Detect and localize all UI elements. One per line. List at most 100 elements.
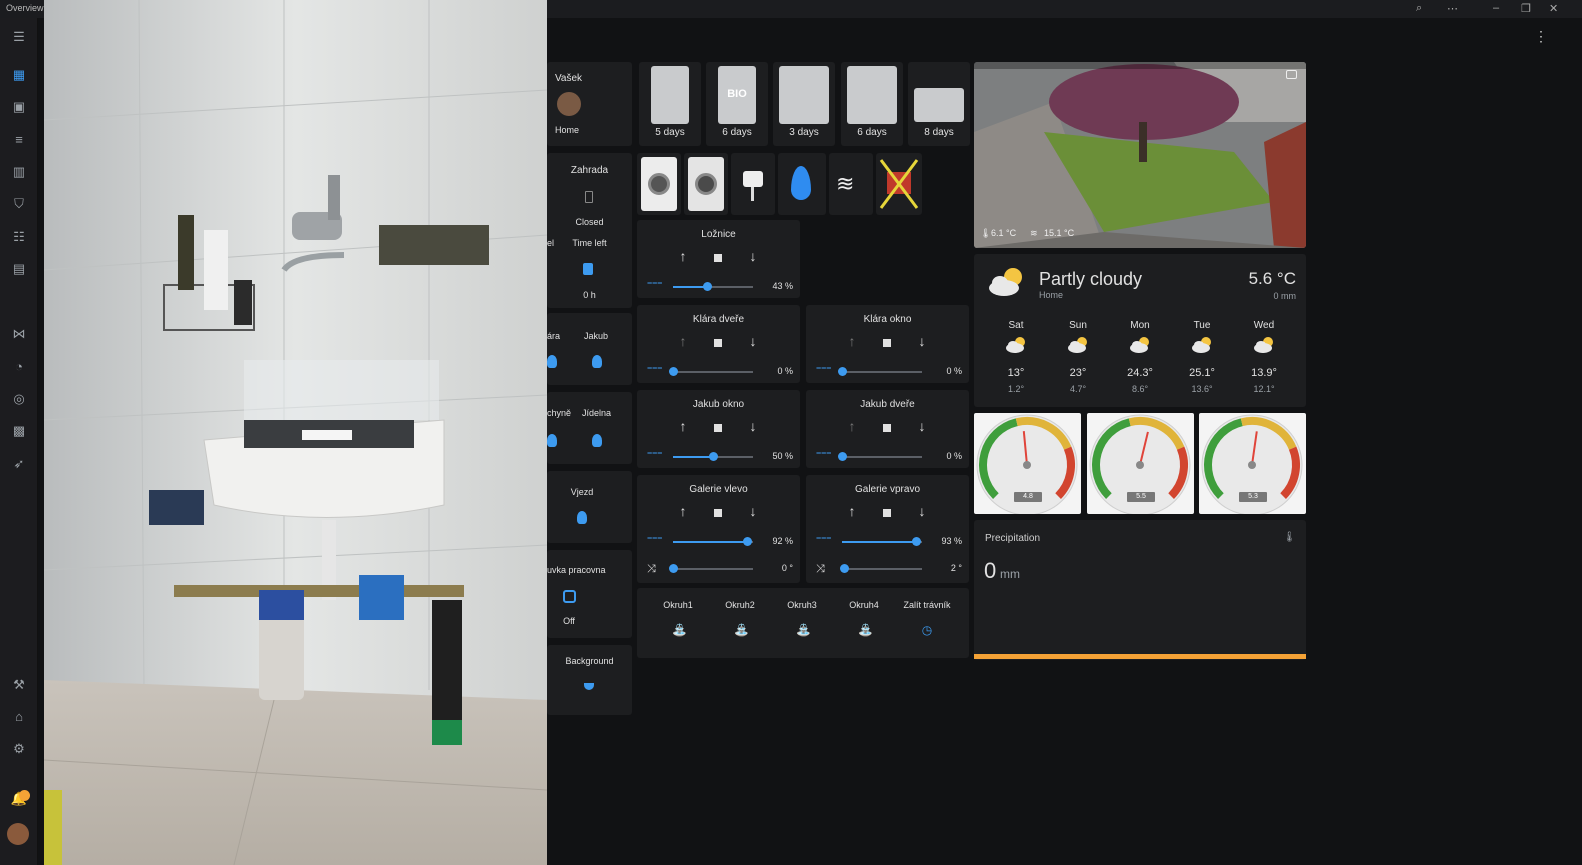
sprinkler-icon[interactable]: ⛲ [672,624,687,636]
bin-card[interactable]: 3 days [773,62,835,146]
shield-icon[interactable]: ⛉ [9,195,29,213]
forecast-low: 13.6° [1191,384,1213,394]
position-slider[interactable] [673,452,753,461]
socket-card[interactable]: uvka pracovna Off [547,550,632,638]
gauge[interactable]: 5.3 [1199,413,1306,514]
close-icon[interactable]: ✕ [1549,2,1558,15]
gear-icon[interactable]: ⚙ [9,740,29,758]
zoom-icon[interactable]: ⌕ [1416,2,1422,15]
avatar[interactable] [7,823,29,845]
minimize-icon[interactable]: – [1493,2,1499,14]
stop-icon[interactable] [714,509,722,517]
stop-icon[interactable] [883,509,891,517]
arrow-down-icon[interactable]: ↓ [745,418,761,434]
home-config-icon[interactable]: ⌂ [9,708,29,726]
sprinkler-icon[interactable]: ⛲ [858,624,873,636]
bin-card[interactable]: BIO 6 days [706,62,768,146]
arrow-down-icon[interactable]: ↓ [914,333,930,349]
gauge[interactable]: 5.5 [1087,413,1194,514]
precipitation-card[interactable]: Precipitation 🌡 0 mm [974,520,1306,660]
position-slider[interactable] [669,367,753,376]
logbook-icon[interactable]: ≡ [9,131,29,149]
arrow-up-icon[interactable]: ↑ [844,503,860,519]
bulb-icon[interactable] [577,511,587,524]
stop-icon[interactable] [714,339,722,347]
stop-icon[interactable] [714,254,722,262]
slider-knob[interactable] [839,564,849,573]
slider-knob[interactable] [669,367,678,376]
washer-card[interactable] [637,153,681,215]
lights-card-2[interactable]: chyně Jídelna [547,392,632,464]
arrow-up-icon[interactable]: ↑ [675,503,691,519]
overview-icon[interactable]: ▦ [9,66,29,84]
arrow-up-icon[interactable]: ↑ [844,418,860,434]
vscode-icon[interactable]: ⋈ [9,325,29,343]
mailbox-card[interactable] [731,153,775,215]
position-slider[interactable] [838,452,922,461]
disabled-card[interactable] [876,153,922,215]
gauge[interactable]: 4.8 [974,413,1081,514]
slider-knob[interactable] [838,452,847,461]
tilt-slider[interactable] [839,564,922,573]
clock-icon[interactable]: ◷ [921,624,933,636]
slider-knob[interactable] [912,537,922,546]
position-slider[interactable] [838,367,922,376]
radio-icon[interactable]: ◔ [9,358,29,376]
rocket-icon[interactable]: ➶ [9,455,29,473]
compass-icon[interactable]: ◎ [9,390,29,408]
slider-knob[interactable] [838,367,847,376]
background-card[interactable]: Background [547,645,632,715]
slider-knob[interactable] [703,282,713,291]
hammer-icon[interactable]: ⚒ [9,676,29,694]
restore-icon[interactable]: ❐ [1521,2,1531,15]
person-card[interactable]: Vašek Home [547,62,632,146]
history-icon[interactable]: ▥ [9,163,29,181]
camera-feed[interactable]: 🌡 6.1 °C ≋ 15.1 °C [974,62,1306,248]
garden-card[interactable]: Zahrada Closed el Time left 0 h [547,153,632,308]
arrow-up-icon[interactable]: ↑ [844,333,860,349]
position-slider[interactable] [673,282,753,291]
arrow-up-icon[interactable]: ↑ [675,248,691,264]
bulb-icon[interactable] [592,434,602,447]
vjezd-card[interactable]: Vjezd [547,471,632,543]
arrow-down-icon[interactable]: ↓ [914,418,930,434]
stop-icon[interactable] [714,424,722,432]
list-icon[interactable]: ☷ [9,228,29,246]
chart-icon[interactable]: ▤ [9,260,29,278]
arrow-up-icon[interactable]: ↑ [675,333,691,349]
slider-knob[interactable] [709,452,718,461]
menu-icon[interactable]: ☰ [9,28,29,46]
weather-card[interactable]: Partly cloudy Home 5.6 °C 0 mm Sat 13° 1.2… [974,254,1306,407]
arrow-down-icon[interactable]: ↓ [745,503,761,519]
socket-icon[interactable] [563,590,576,603]
stop-icon[interactable] [883,424,891,432]
position-slider[interactable] [842,537,922,546]
bulb-icon[interactable] [592,355,602,368]
lights-card-1[interactable]: ára Jakub [547,313,632,385]
arrow-down-icon[interactable]: ↓ [914,503,930,519]
kebab-menu-icon[interactable]: ⋮ [1534,28,1548,45]
bin-card[interactable]: 5 days [639,62,701,146]
blind-icon: ⩶ [816,362,832,372]
arrow-down-icon[interactable]: ↓ [745,333,761,349]
dryer-card[interactable] [684,153,728,215]
slider-knob[interactable] [669,564,678,573]
sprinkler-icon[interactable]: ⛲ [734,624,749,636]
arrow-down-icon[interactable]: ↓ [745,248,761,264]
pool-card[interactable]: ≋ [829,153,873,215]
bulb-icon[interactable] [547,434,557,447]
arrow-up-icon[interactable]: ↑ [675,418,691,434]
stop-icon[interactable] [883,339,891,347]
position-slider[interactable] [673,537,753,546]
camera-icon[interactable] [1286,70,1297,79]
person-card-icon[interactable]: ▣ [9,98,29,116]
calendar-icon[interactable]: ▩ [9,422,29,440]
bin-card[interactable]: 6 days [841,62,903,146]
more-icon[interactable]: ⋯ [1447,2,1458,15]
slider-knob[interactable] [742,537,752,546]
gas-card[interactable] [778,153,826,215]
bulb-icon[interactable] [547,355,557,368]
sprinkler-icon[interactable]: ⛲ [796,624,811,636]
bin-card[interactable]: 8 days [908,62,970,146]
tilt-slider[interactable] [669,564,753,573]
